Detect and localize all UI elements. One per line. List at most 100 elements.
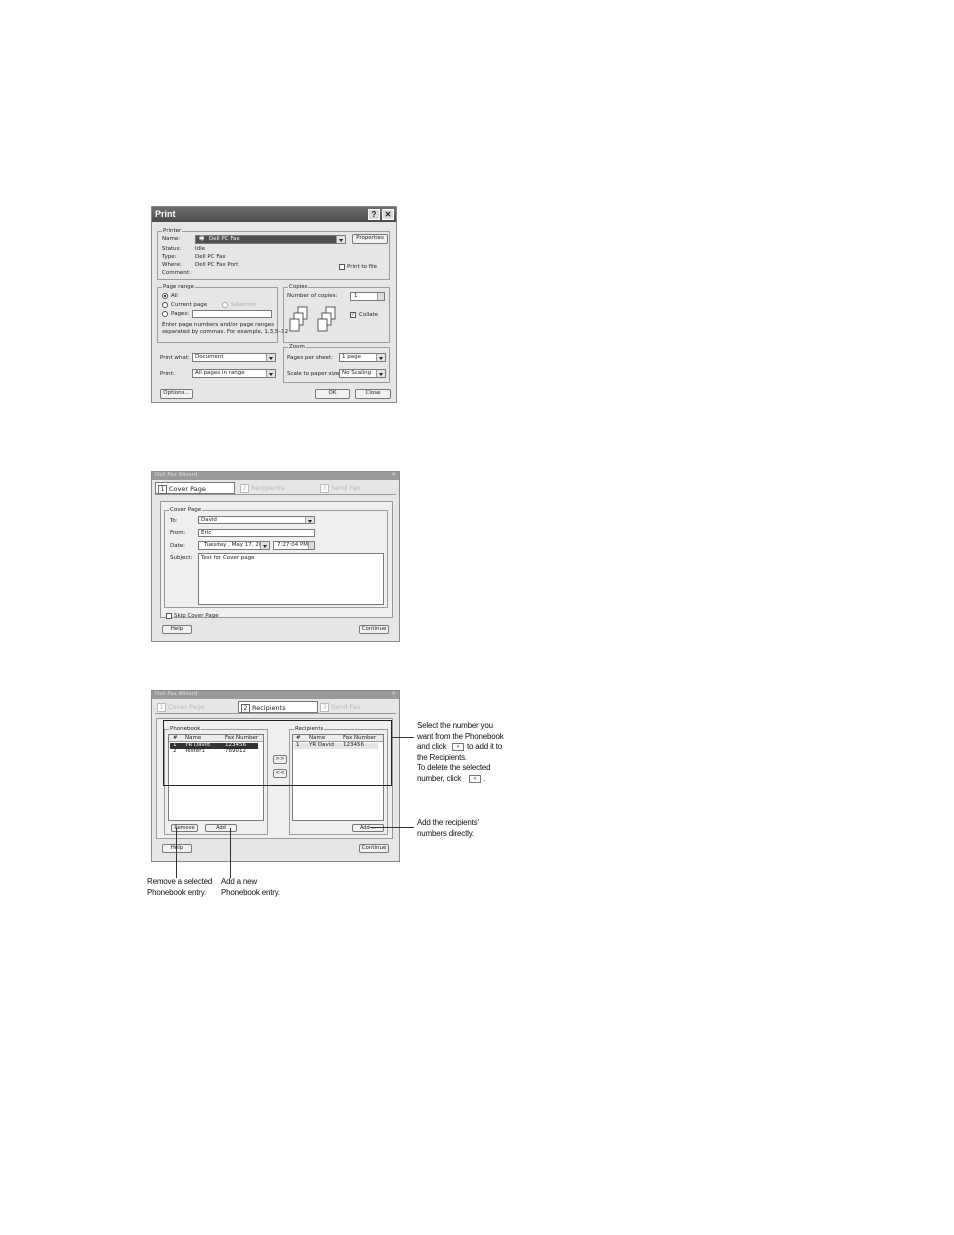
printer-group-label: Printer — [162, 228, 183, 235]
tab-label: Cover Page — [169, 485, 206, 493]
tab-number: 2 — [240, 483, 249, 493]
callout-line-select — [392, 737, 414, 738]
tab-send-fax[interactable]: 3 Send Fax — [318, 482, 396, 494]
skip-cover-checkbox[interactable] — [166, 613, 172, 619]
pages-label: Pages: — [171, 311, 190, 317]
print-select[interactable]: All pages in range — [192, 369, 276, 378]
ok-button[interactable]: OK — [315, 389, 350, 399]
annotation-add-direct: Add the recipients' numbers directly. — [417, 818, 517, 840]
date-label: Date: — [170, 543, 185, 549]
select-line-3a: and click — [417, 742, 447, 751]
print-title: Print — [155, 209, 176, 219]
pps-select[interactable]: 1 page — [339, 353, 386, 362]
add-phonebook-button[interactable]: Add — [205, 824, 237, 832]
addnew-line-2: Phonebook entry. — [221, 887, 280, 897]
tab-number: 3 — [320, 483, 329, 493]
date-picker[interactable]: Tuesday , May 17, 2005 — [198, 541, 270, 550]
printer-name-select[interactable]: 🖷 Dell PC Fax — [195, 235, 346, 244]
chevron-down-icon — [376, 370, 385, 377]
copies-spinner[interactable]: 1 — [350, 292, 385, 301]
add-direct-line-1: Add the recipients' — [417, 818, 479, 827]
range-hint-1: Enter page numbers and/or page ranges — [162, 322, 274, 328]
remove-line-1: Remove a selected — [147, 877, 213, 886]
tab-number: 3 — [320, 702, 329, 712]
from-label: From: — [170, 530, 186, 536]
print-to-file-label: Print to file — [347, 264, 378, 270]
continue-button[interactable]: Continue — [359, 844, 389, 853]
tab-number: 2 — [241, 703, 250, 713]
where-label: Where: — [162, 262, 182, 268]
add-arrow-icon: > — [452, 743, 464, 751]
properties-button[interactable]: Properties — [352, 234, 388, 244]
print-what-value: Document — [195, 354, 224, 360]
cover-title-bar: Dell Fax Wizard ✕ — [152, 472, 399, 480]
where-value: Dell PC Fax Port — [195, 262, 239, 268]
selection-label: Selection — [231, 302, 257, 308]
print-value: All pages in range — [195, 370, 245, 376]
subject-value: Test for Cover page — [201, 555, 255, 561]
from-value: Eric — [201, 530, 212, 536]
continue-button[interactable]: Continue — [359, 625, 389, 634]
tab-recipients[interactable]: 2 Recipients — [238, 701, 318, 713]
chevron-down-icon — [260, 542, 269, 549]
tab-cover-page[interactable]: 1 Cover Page — [155, 701, 235, 713]
close-button[interactable]: ✕ — [382, 209, 394, 220]
help-button[interactable]: Help — [162, 844, 192, 853]
chevron-down-icon — [305, 517, 314, 523]
spinner-arrows-icon[interactable] — [377, 293, 384, 300]
collate-checkbox[interactable]: ✓ — [350, 312, 356, 318]
close-icon[interactable]: ✕ — [391, 472, 396, 479]
copies-label: Copies — [288, 284, 309, 291]
pps-label: Pages per sheet: — [287, 355, 333, 361]
pages-radio[interactable] — [162, 311, 168, 317]
zoom-label: Zoom — [288, 344, 306, 351]
close-dialog-button[interactable]: Close — [355, 389, 391, 399]
callout-line-add-direct — [370, 827, 414, 828]
pages-input[interactable] — [192, 310, 272, 318]
callout-line-addnew — [230, 828, 231, 878]
tab-send-fax[interactable]: 3 Send Fax — [318, 701, 396, 713]
time-picker[interactable]: 7:27:04 PM — [273, 541, 315, 550]
comment-label: Comment: — [162, 270, 191, 276]
page-range-label: Page range — [162, 284, 196, 291]
status-label: Status: — [162, 246, 182, 252]
print-to-file-checkbox[interactable] — [339, 264, 345, 270]
name-label: Name: — [162, 236, 181, 242]
select-line-5: To delete the selected — [417, 763, 491, 772]
tab-cover-page[interactable]: 1 Cover Page — [155, 482, 235, 494]
type-label: Type: — [162, 254, 177, 260]
print-what-select[interactable]: Document — [192, 353, 276, 362]
current-page-label: Current page — [171, 302, 208, 308]
tab-number: 1 — [157, 702, 166, 712]
add-recipient-button[interactable]: Add ... — [352, 824, 384, 832]
tab-recipients[interactable]: 2 Recipients — [238, 482, 318, 494]
add-direct-line-2: numbers directly. — [417, 828, 474, 838]
options-button[interactable]: Options... — [160, 389, 193, 399]
all-radio[interactable] — [162, 293, 168, 299]
cover-group-label: Cover Page — [169, 507, 203, 514]
select-period: . — [483, 773, 486, 783]
printer-name-value: Dell PC Fax — [209, 236, 240, 242]
skip-cover-label: Skip Cover Page — [174, 613, 219, 619]
subject-textarea[interactable]: Test for Cover page — [198, 553, 384, 605]
close-icon[interactable]: ✕ — [391, 691, 396, 698]
all-label: All — [171, 293, 178, 299]
recip-title-bar: Dell Fax Wizard ✕ — [152, 691, 399, 699]
scale-select[interactable]: No Scaling — [339, 369, 386, 378]
callout-box — [163, 720, 392, 786]
print-label: Print: — [160, 371, 175, 377]
type-value: Dell PC Fax — [195, 254, 226, 260]
remove-line-2: Phonebook entry. — [147, 887, 206, 897]
selection-radio[interactable] — [222, 302, 228, 308]
from-input[interactable]: Eric — [198, 529, 315, 537]
to-select[interactable]: David — [198, 516, 315, 524]
tab-label: Send Fax — [331, 703, 361, 711]
help-button[interactable]: ? — [368, 209, 380, 220]
scale-label: Scale to paper size: — [287, 371, 342, 377]
help-button[interactable]: Help — [162, 625, 192, 634]
current-page-radio[interactable] — [162, 302, 168, 308]
select-line-3b: to add it to — [467, 742, 502, 751]
printer-icon: 🖷 — [199, 236, 205, 242]
spinner-arrows-icon[interactable] — [308, 542, 314, 549]
chevron-down-icon — [266, 354, 275, 361]
